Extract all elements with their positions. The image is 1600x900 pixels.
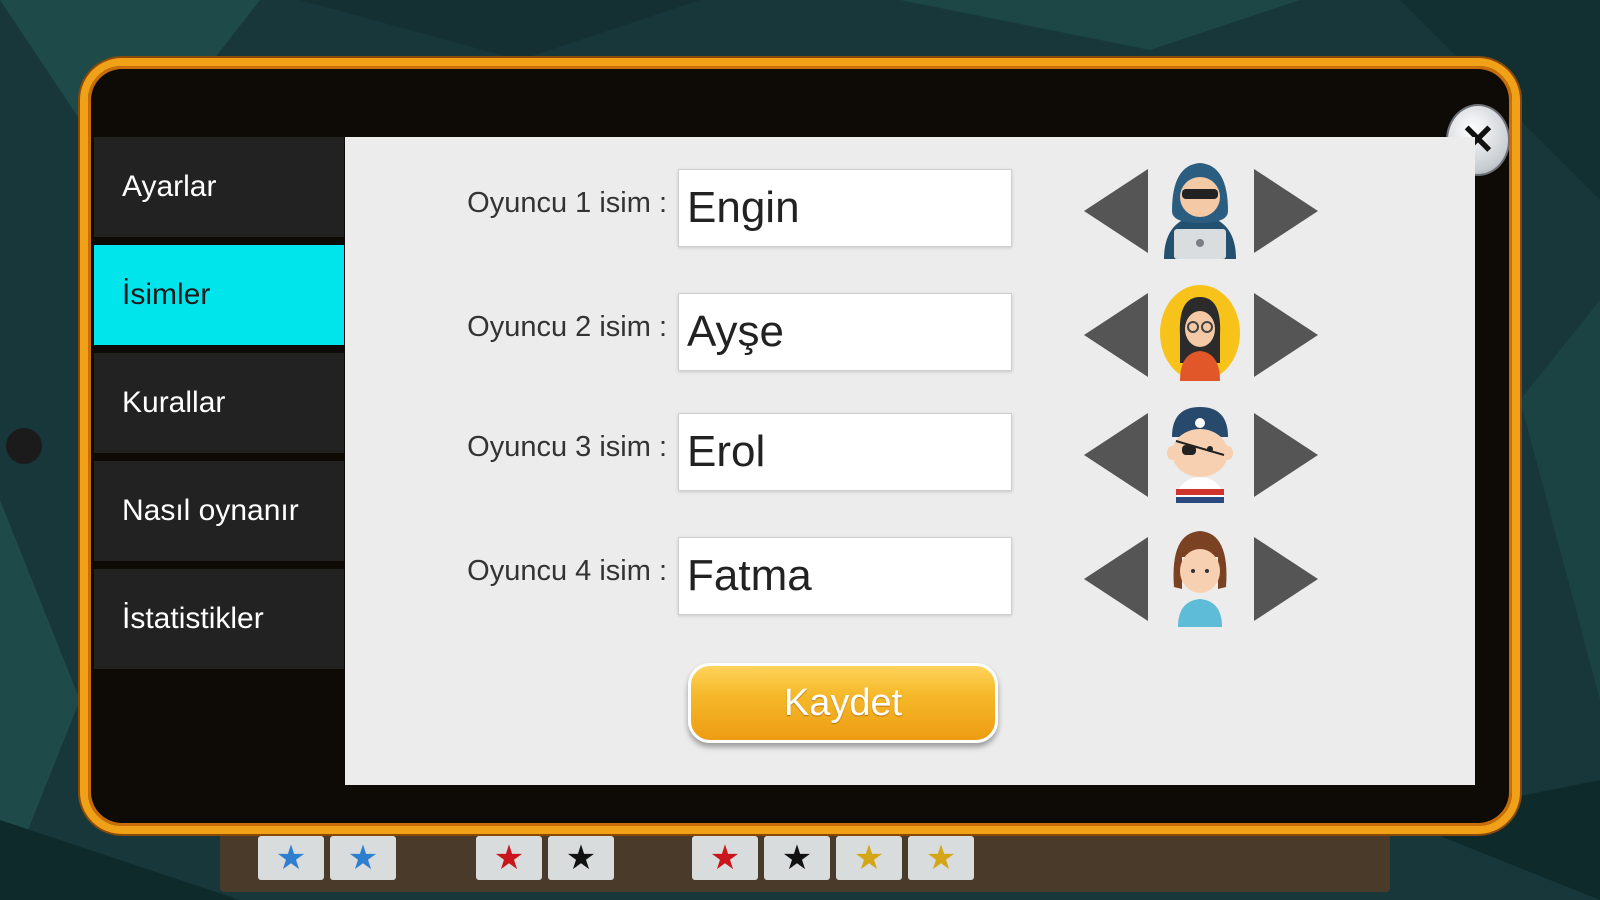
player-2-name-input[interactable] — [678, 293, 1012, 371]
settings-sidebar: Ayarlar İsimler Kurallar Nasıl oynanır İ… — [94, 137, 344, 677]
player-row-1: Oyuncu 1 isim : — [345, 137, 1475, 259]
player-3-label: Oyuncu 3 isim : — [467, 431, 667, 463]
previous-avatar-2-icon[interactable] — [1080, 289, 1152, 381]
next-avatar-3-icon[interactable] — [1250, 409, 1322, 501]
next-avatar-4-icon[interactable] — [1250, 533, 1322, 625]
player-row-4: Oyuncu 4 isim : — [345, 507, 1475, 627]
sidebar-item-label: İsimler — [122, 278, 211, 311]
player-row-3: Oyuncu 3 isim : — [345, 383, 1475, 503]
tile-black-star: ★ — [548, 836, 614, 880]
tile-yellow-star: ★ — [836, 836, 902, 880]
previous-avatar-1-icon[interactable] — [1080, 165, 1152, 257]
sidebar-item-isimler[interactable]: İsimler — [94, 245, 344, 345]
player-1-label: Oyuncu 1 isim : — [467, 187, 667, 219]
board-hole — [6, 428, 42, 464]
tile-red-star: ★ — [476, 836, 542, 880]
girl-avatar-icon — [1173, 531, 1227, 627]
player-row-2: Oyuncu 2 isim : — [345, 261, 1475, 381]
previous-avatar-4-icon[interactable] — [1080, 533, 1152, 625]
tile-yellow-star: ★ — [908, 836, 974, 880]
player-2-label: Oyuncu 2 isim : — [467, 311, 667, 343]
sidebar-item-label: Nasıl oynanır — [122, 494, 299, 527]
tile-black-star: ★ — [764, 836, 830, 880]
sidebar-item-label: İstatistikler — [122, 602, 264, 635]
tile-red-star: ★ — [692, 836, 758, 880]
pirate-boy-avatar-icon — [1167, 407, 1233, 503]
sidebar-item-istatistikler[interactable]: İstatistikler — [94, 569, 344, 669]
hacker-avatar-icon — [1164, 163, 1236, 259]
next-avatar-1-icon[interactable] — [1250, 165, 1322, 257]
previous-avatar-3-icon[interactable] — [1080, 409, 1152, 501]
sidebar-item-label: Ayarlar — [122, 170, 217, 203]
next-avatar-2-icon[interactable] — [1250, 289, 1322, 381]
player-1-name-input[interactable] — [678, 169, 1012, 247]
player-3-name-input[interactable] — [678, 413, 1012, 491]
sidebar-item-label: Kurallar — [122, 386, 226, 419]
save-button[interactable]: Kaydet — [688, 663, 998, 743]
player-4-name-input[interactable] — [678, 537, 1012, 615]
sidebar-item-nasil-oynanir[interactable]: Nasıl oynanır — [94, 461, 344, 561]
girl-glasses-avatar-icon — [1160, 285, 1240, 381]
tile-blue-star: ★ — [258, 836, 324, 880]
tile-blue-star: ★ — [330, 836, 396, 880]
sidebar-item-kurallar[interactable]: Kurallar — [94, 353, 344, 453]
player-4-label: Oyuncu 4 isim : — [467, 555, 667, 587]
sidebar-item-ayarlar[interactable]: Ayarlar — [94, 137, 344, 237]
